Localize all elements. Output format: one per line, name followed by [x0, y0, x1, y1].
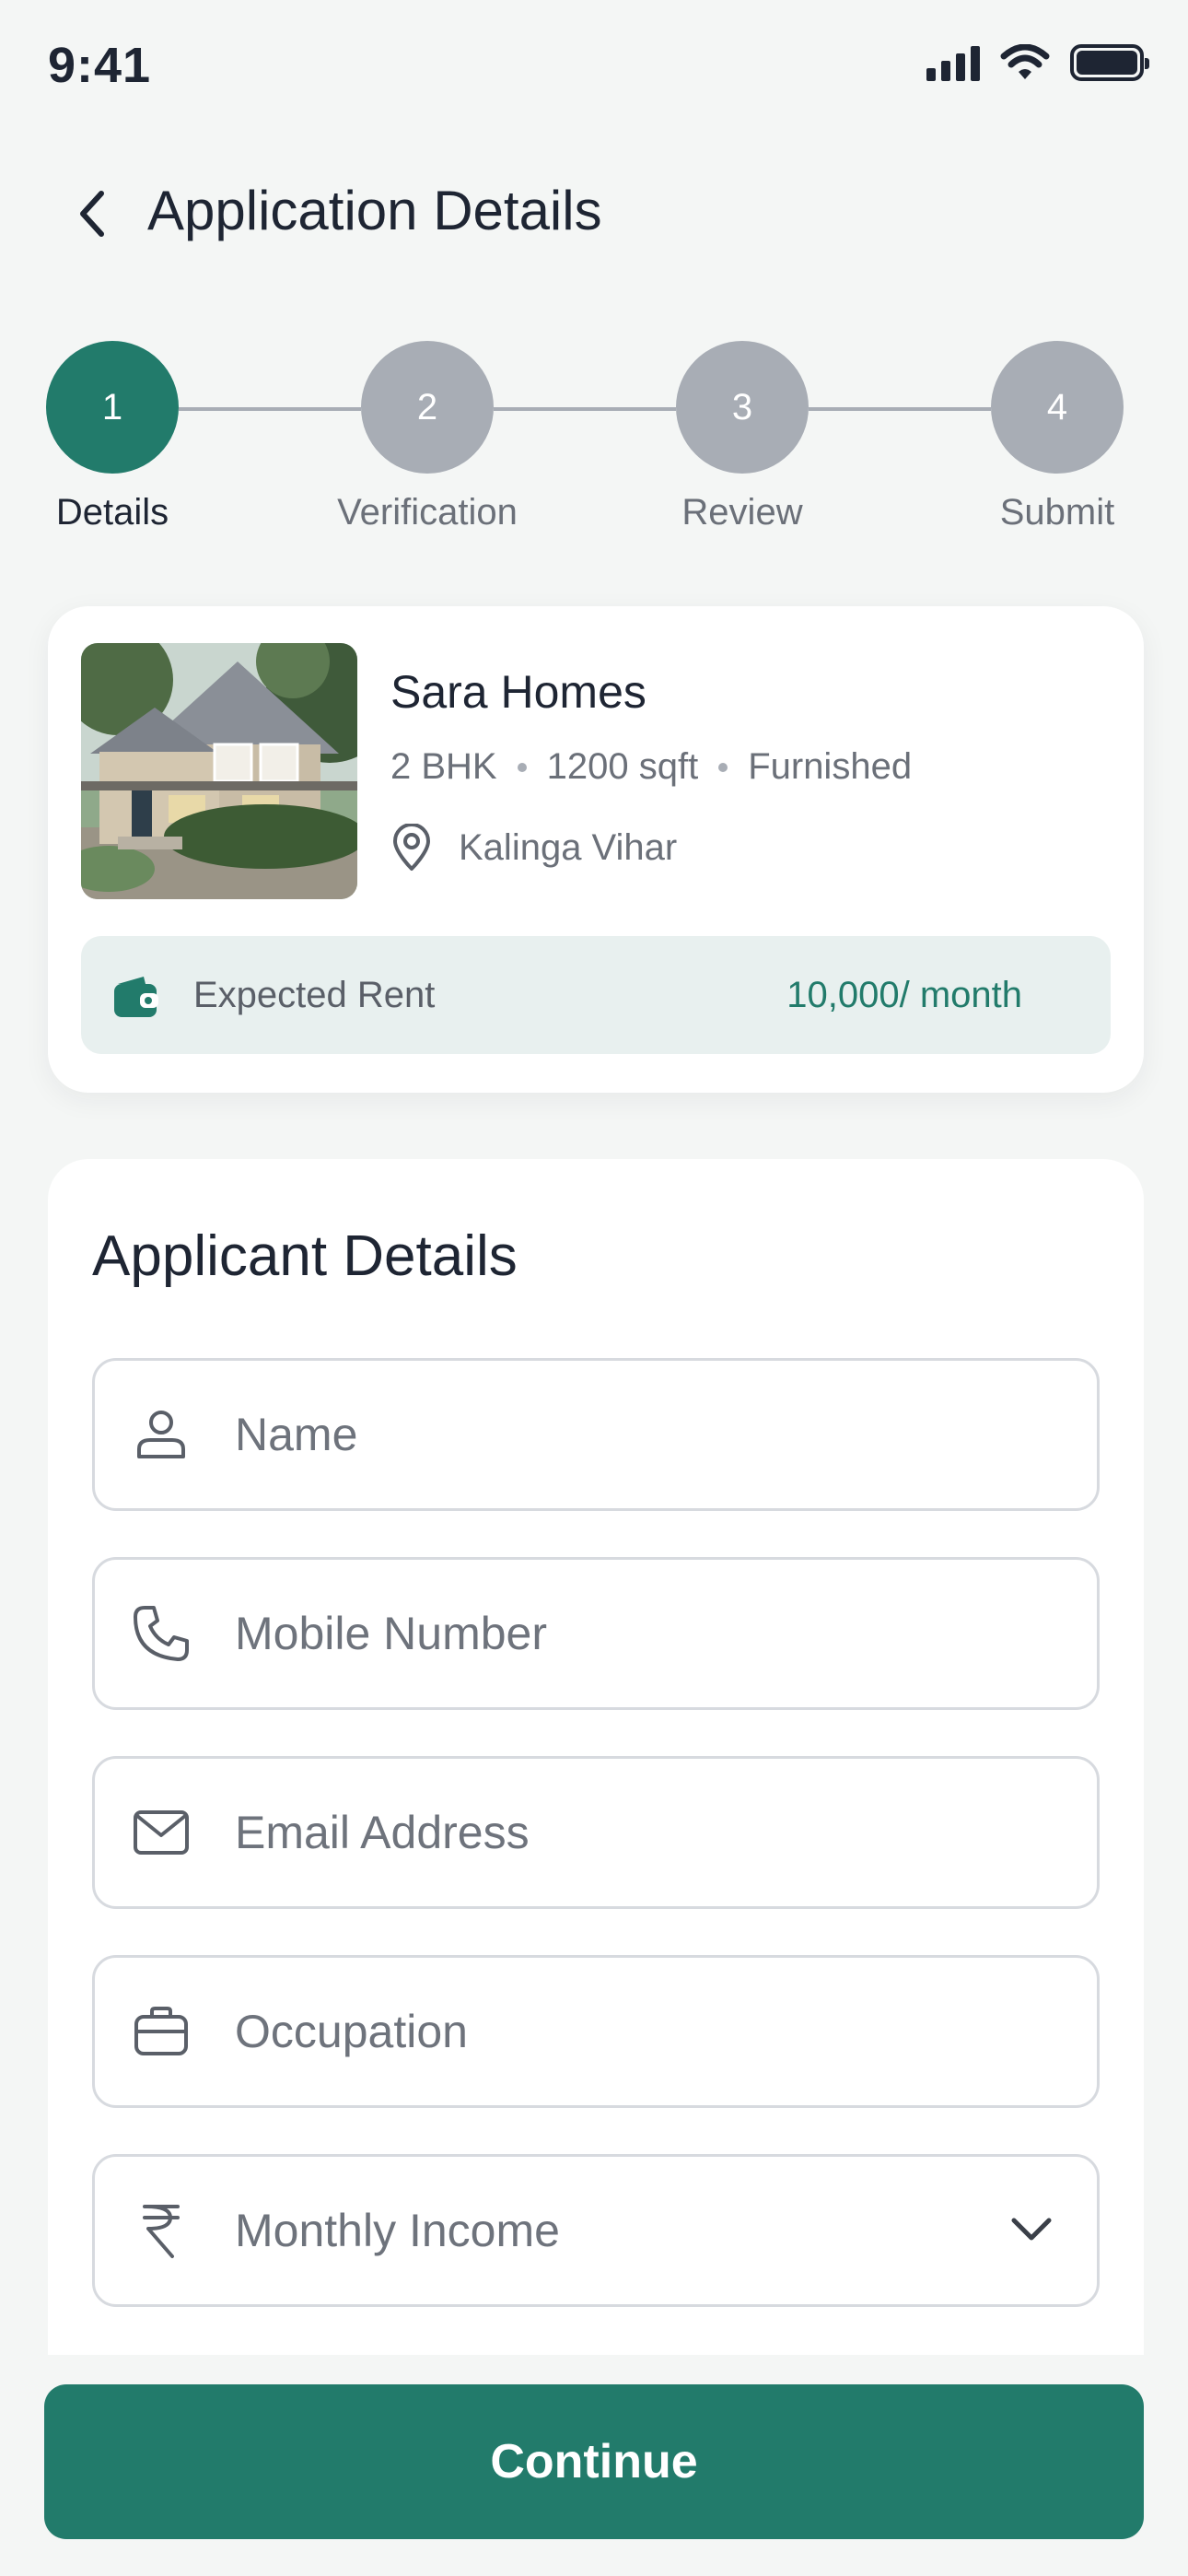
rent-value: 10,000/ month [786, 975, 1022, 1015]
wallet-icon [114, 977, 158, 1017]
property-furnishing: Furnished [748, 746, 913, 787]
chevron-left-icon [80, 191, 104, 237]
property-location: Kalinga Vihar [390, 824, 677, 872]
location-pin-icon [393, 824, 430, 871]
email-input[interactable] [235, 1759, 1045, 1906]
step-label: Submit [999, 492, 1115, 533]
meta-separator [718, 762, 728, 772]
screen: 9:41 Application Details 1 Details 2 Ver… [0, 0, 1188, 2576]
step-label: Details [55, 492, 169, 533]
occupation-field[interactable] [92, 1955, 1100, 2108]
step-submit[interactable]: 4 Submit [965, 341, 1149, 533]
step-connector [494, 407, 676, 411]
step-number: 4 [991, 341, 1124, 474]
phone-icon [132, 1604, 191, 1663]
mobile-number-field[interactable] [92, 1557, 1100, 1710]
bottom-action-bar: Continue [0, 2355, 1188, 2576]
status-icons [926, 44, 1149, 81]
back-button[interactable] [59, 181, 125, 247]
expected-rent-bar: Expected Rent 10,000/ month [81, 936, 1111, 1054]
property-name: Sara Homes [390, 666, 646, 718]
property-area: 1200 sqft [546, 746, 699, 787]
step-number: 3 [676, 341, 809, 474]
property-meta: 2 BHK 1200 sqft Furnished [390, 746, 912, 788]
name-field[interactable] [92, 1358, 1100, 1511]
property-bhk: 2 BHK [390, 746, 497, 787]
status-time: 9:41 [48, 38, 152, 93]
user-icon [132, 1405, 191, 1464]
header: Application Details [0, 166, 1188, 258]
step-number: 2 [361, 341, 494, 474]
step-label: Verification [337, 492, 518, 533]
location-text: Kalinga Vihar [459, 826, 678, 868]
chevron-down-icon[interactable] [1008, 2207, 1054, 2253]
page-title: Application Details [147, 180, 602, 241]
name-input[interactable] [235, 1361, 1045, 1508]
cellular-signal-icon [926, 44, 980, 81]
step-connector [179, 407, 361, 411]
wifi-icon [1000, 44, 1050, 79]
progress-stepper: 1 Details 2 Verification 3 Review 4 Subm… [0, 341, 1188, 544]
monthly-income-select[interactable] [92, 2154, 1100, 2307]
step-connector [809, 407, 991, 411]
step-review[interactable]: 3 Review [650, 341, 834, 533]
continue-button[interactable]: Continue [44, 2384, 1144, 2539]
property-card[interactable]: Sara Homes 2 BHK 1200 sqft Furnished Kal… [48, 606, 1144, 1093]
step-label: Review [681, 492, 803, 533]
battery-level [1077, 51, 1137, 75]
battery-icon [1070, 44, 1149, 81]
occupation-input[interactable] [235, 1958, 1045, 2105]
property-photo [81, 643, 357, 899]
form-title: Applicant Details [92, 1224, 518, 1288]
step-verification[interactable]: 2 Verification [335, 341, 519, 533]
status-bar: 9:41 [0, 0, 1188, 138]
mobile-number-input[interactable] [235, 1560, 1045, 1707]
rupee-icon [132, 2201, 191, 2260]
monthly-income-input[interactable] [235, 2157, 1045, 2304]
step-details[interactable]: 1 Details [20, 341, 204, 533]
briefcase-icon [132, 2002, 191, 2061]
email-field[interactable] [92, 1756, 1100, 1909]
meta-separator [517, 762, 527, 772]
rent-label: Expected Rent [193, 975, 436, 1015]
mail-icon [132, 1803, 191, 1862]
step-number: 1 [46, 341, 179, 474]
